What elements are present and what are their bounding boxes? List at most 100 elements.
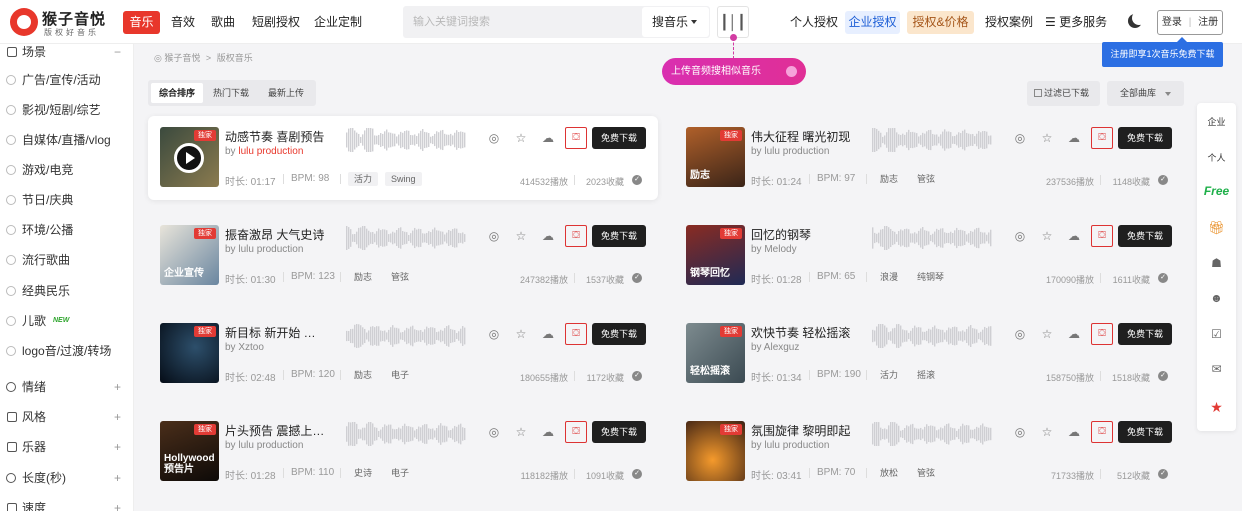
sidebar-item[interactable]: logo音/过渡/转场: [0, 336, 133, 366]
breadcrumb-home[interactable]: 猴子音悦: [164, 53, 200, 63]
tag-chip[interactable]: 励志: [348, 368, 378, 382]
user-icon[interactable]: ☻: [1197, 291, 1236, 305]
track-title[interactable]: 振奋激昂 大气史诗: [225, 226, 325, 243]
cart-icon[interactable]: ⛋: [565, 421, 587, 443]
similar-search-icon[interactable]: ◎: [1013, 425, 1027, 439]
nav-license-cases[interactable]: 授权案例: [985, 11, 1033, 34]
download-cloud-icon[interactable]: ☁: [541, 131, 555, 145]
free-download-button[interactable]: 免费下载: [1118, 421, 1172, 443]
download-cloud-icon[interactable]: ☁: [541, 229, 555, 243]
favorite-star-icon[interactable]: ★: [1197, 399, 1236, 416]
tag-chip[interactable]: 活力: [348, 172, 379, 186]
waveform[interactable]: [872, 225, 992, 251]
tag-chip[interactable]: 励志: [348, 270, 378, 284]
cart-icon[interactable]: ⛋: [1091, 323, 1113, 345]
sidebar-item[interactable]: 经典民乐: [0, 276, 133, 306]
waveform[interactable]: [346, 225, 466, 251]
similar-search-icon[interactable]: ◎: [487, 327, 501, 341]
waveform[interactable]: [346, 323, 466, 349]
track-author[interactable]: lulu production: [238, 244, 303, 255]
track-card[interactable]: 独家 励志 伟大征程 曙光初现 by lulu production 时长: 01:24…: [674, 116, 1184, 200]
tag-chip[interactable]: 活力: [874, 368, 904, 382]
tag-chip[interactable]: 管弦: [911, 466, 941, 480]
sidebar-item[interactable]: 儿歌 NEW: [0, 306, 133, 336]
search-type-select[interactable]: 搜音乐: [642, 7, 709, 37]
nav-music[interactable]: 音乐: [123, 11, 160, 34]
tab-hot-downloads[interactable]: 热门下载: [205, 83, 257, 103]
free-download-button[interactable]: 免费下载: [1118, 323, 1172, 345]
nav-more-services[interactable]: ☰ 更多服务: [1045, 11, 1107, 34]
waveform[interactable]: [872, 127, 992, 153]
brand-logo[interactable]: 猴子音悦 版权好音乐: [10, 6, 105, 38]
nav-enterprise-custom[interactable]: 企业定制: [314, 11, 362, 34]
download-cloud-icon[interactable]: ☁: [1067, 425, 1081, 439]
cart-icon[interactable]: ⛋: [565, 323, 587, 345]
free-download-button[interactable]: 免费下载: [1118, 127, 1172, 149]
track-author[interactable]: lulu production: [764, 440, 829, 451]
track-title[interactable]: 片头预告 震撼上映H...: [225, 422, 325, 439]
sidebar-item[interactable]: 流行歌曲: [0, 245, 133, 275]
free-download-button[interactable]: 免费下载: [1118, 225, 1172, 247]
nav-license-pricing[interactable]: 授权&价格: [907, 11, 974, 34]
free-shortcut[interactable]: Free: [1197, 184, 1236, 198]
track-cover[interactable]: 独家 钢琴回忆: [686, 225, 745, 285]
similar-search-icon[interactable]: ◎: [1013, 229, 1027, 243]
tag-chip[interactable]: 摇滚: [911, 368, 941, 382]
search-input[interactable]: [403, 6, 641, 38]
cart-icon[interactable]: ⛋: [1091, 127, 1113, 149]
favorite-icon[interactable]: ☆: [514, 131, 528, 145]
sidebar-item[interactable]: 广告/宣传/活动: [0, 65, 133, 95]
favorite-icon[interactable]: ☆: [514, 327, 528, 341]
similar-search-icon[interactable]: ◎: [487, 229, 501, 243]
free-download-button[interactable]: 免费下载: [592, 225, 646, 247]
sidebar-group-length[interactable]: 长度(秒) +: [0, 463, 133, 493]
favorite-icon[interactable]: ☆: [1040, 327, 1054, 341]
track-card[interactable]: 独家新目标 新开始 科技 ...by Xztoo 时长: 02:48 BPM: 12…: [148, 312, 658, 396]
free-download-button[interactable]: 免费下载: [592, 127, 646, 149]
track-author[interactable]: Melody: [764, 244, 796, 255]
tag-chip[interactable]: 浪漫: [874, 270, 904, 284]
similar-search-icon[interactable]: ◎: [1013, 327, 1027, 341]
personal-shortcut[interactable]: 个人: [1197, 151, 1236, 164]
download-cloud-icon[interactable]: ☁: [1067, 131, 1081, 145]
download-cloud-icon[interactable]: ☁: [1067, 327, 1081, 341]
sidebar-item[interactable]: 自媒体/直播/vlog: [0, 125, 133, 155]
enterprise-shortcut[interactable]: 企业: [1197, 115, 1236, 128]
download-cloud-icon[interactable]: ☁: [541, 425, 555, 439]
tag-chip[interactable]: 管弦: [911, 172, 941, 186]
sidebar-group-style[interactable]: 风格 +: [0, 402, 133, 432]
download-cloud-icon[interactable]: ☁: [541, 327, 555, 341]
favorite-icon[interactable]: ☆: [1040, 229, 1054, 243]
track-title[interactable]: 新目标 新开始 科技 ...: [225, 324, 325, 341]
tag-chip[interactable]: 纯钢琴: [911, 270, 950, 284]
mail-icon[interactable]: ✉: [1197, 362, 1236, 376]
sidebar-item[interactable]: 影视/短剧/综艺: [0, 95, 133, 125]
favorite-icon[interactable]: ☆: [514, 425, 528, 439]
track-card[interactable]: 独家 动感节奏 喜剧预告 by lulu production 时长: 01:17 BP…: [148, 116, 658, 200]
headset-icon[interactable]: ☗: [1197, 256, 1236, 270]
download-cloud-icon[interactable]: ☁: [1067, 229, 1081, 243]
tag-chip[interactable]: Swing: [385, 172, 422, 186]
nav-short-drama-license[interactable]: 短剧授权: [252, 11, 300, 34]
gift-icon[interactable]: 🎁︎: [1197, 220, 1236, 236]
track-cover[interactable]: 独家 轻松摇滚: [686, 323, 745, 383]
dark-mode-moon-icon[interactable]: [1128, 14, 1142, 28]
track-card[interactable]: 独家 企业宣传 振奋激昂 大气史诗 by lulu production 时长: 01:…: [148, 214, 658, 298]
track-author[interactable]: lulu production: [238, 146, 303, 157]
waveform[interactable]: [872, 421, 992, 447]
tab-overall-sort[interactable]: 综合排序: [151, 83, 203, 103]
cart-icon[interactable]: ⛋: [1091, 225, 1113, 247]
track-card[interactable]: 独家 氛围旋律 黎明即起 by lulu production 时长: 03:41 BP…: [674, 410, 1184, 494]
tag-chip[interactable]: 电子: [385, 368, 415, 382]
waveform[interactable]: [872, 323, 992, 349]
track-cover[interactable]: 独家 励志: [686, 127, 745, 187]
favorite-icon[interactable]: ☆: [1040, 131, 1054, 145]
tag-chip[interactable]: 励志: [874, 172, 904, 186]
similar-search-icon[interactable]: ◎: [1013, 131, 1027, 145]
similar-search-icon[interactable]: ◎: [487, 425, 501, 439]
library-select[interactable]: 全部曲库: [1107, 81, 1184, 106]
track-cover[interactable]: 独家 Hollywood 预告片: [160, 421, 219, 481]
track-title[interactable]: 欢快节奏 轻松摇滚: [751, 324, 851, 341]
track-card[interactable]: 独家 Hollywood 预告片片头预告 震撼上映H...by lulu prod…: [148, 410, 658, 494]
upload-audio-button[interactable]: 上传音频搜相似音乐: [662, 58, 806, 85]
